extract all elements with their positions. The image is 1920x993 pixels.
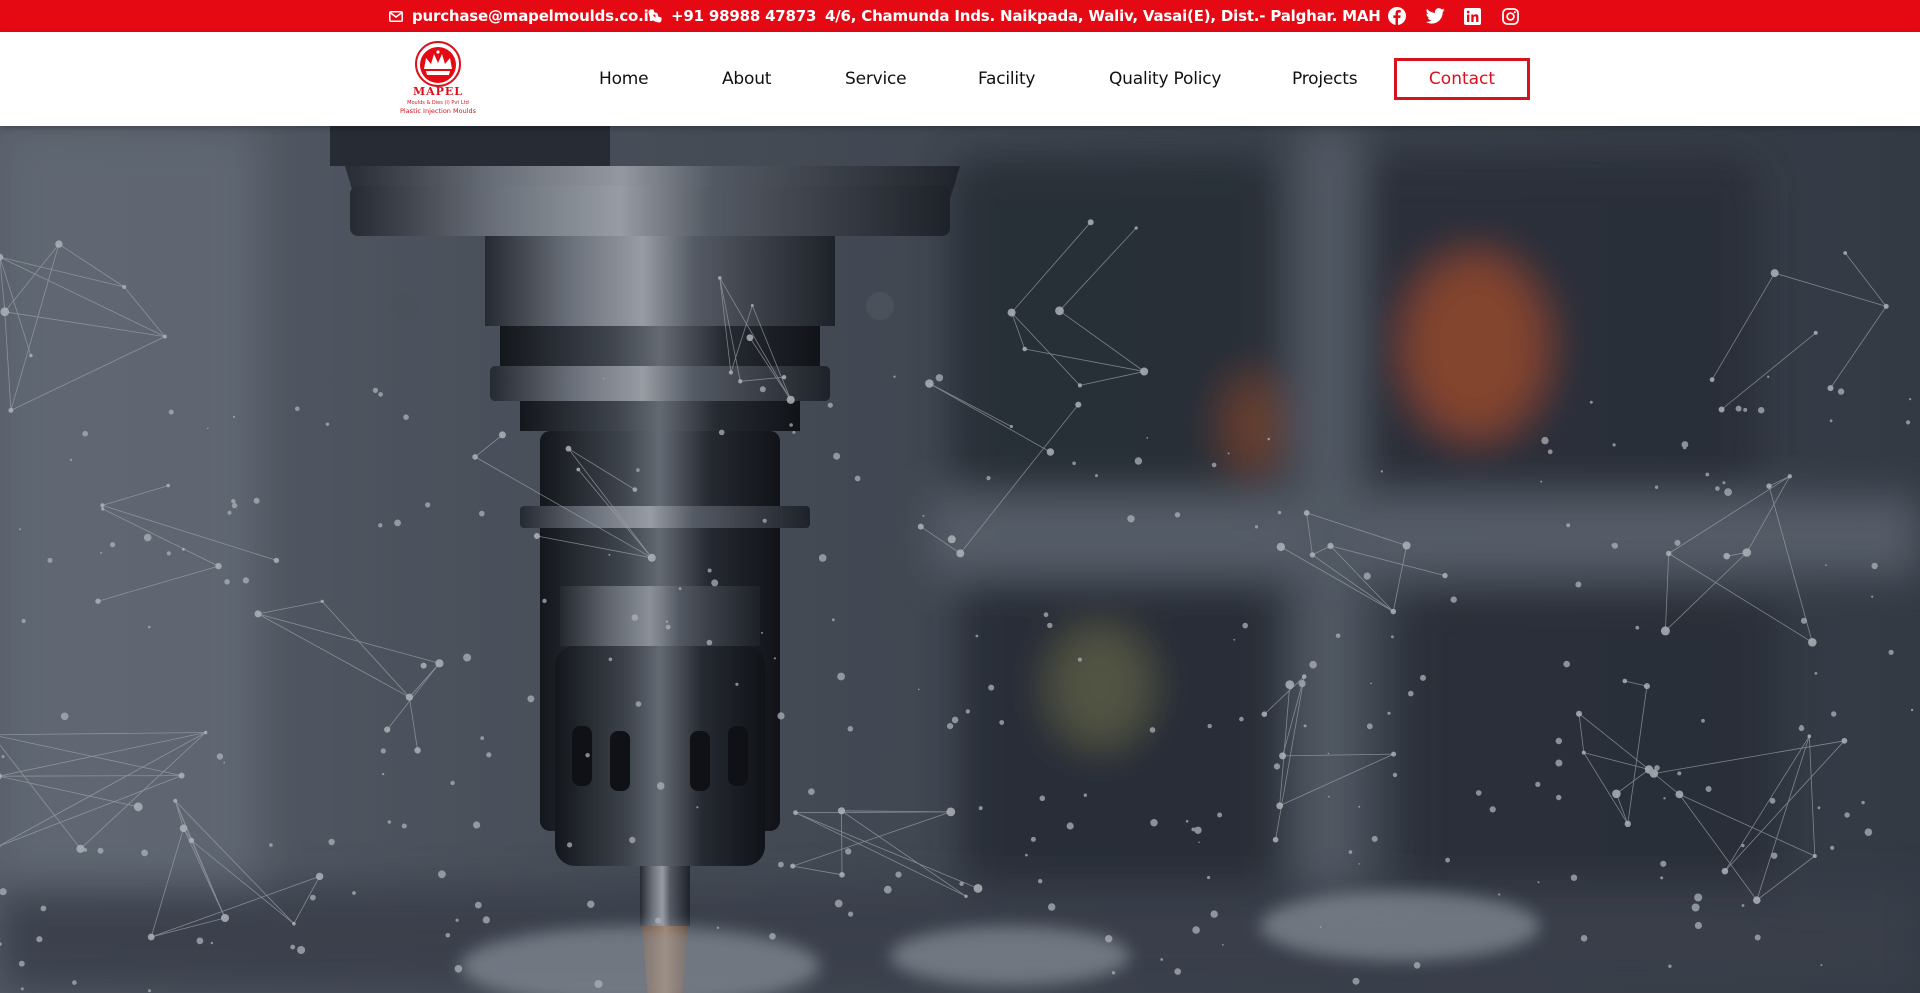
nav-facility[interactable]: Facility [978, 32, 1035, 126]
nav-projects[interactable]: Projects [1292, 32, 1358, 126]
phone-icon [648, 9, 662, 23]
envelope-icon [389, 10, 403, 22]
facebook-icon[interactable] [1387, 6, 1407, 26]
site-header: MAPEL Moulds & Dies (I) Pvt Ltd Plastic … [0, 32, 1920, 126]
phone-text: +91 98988 47873 [671, 7, 817, 25]
logo-subtitle: Plastic Injection Moulds [399, 107, 477, 115]
nav-service[interactable]: Service [845, 32, 907, 126]
hero-background-image [0, 126, 1920, 993]
hero-banner [0, 126, 1920, 993]
nav-about[interactable]: About [722, 32, 771, 126]
logo-name: MAPEL [412, 85, 464, 98]
twitter-icon[interactable] [1425, 6, 1445, 26]
logo-tagline: Moulds & Dies (I) Pvt Ltd [407, 100, 469, 106]
linkedin-icon[interactable] [1462, 6, 1482, 26]
crown-emblem-icon [415, 41, 461, 87]
nav-home[interactable]: Home [599, 32, 649, 126]
instagram-icon[interactable] [1500, 6, 1520, 26]
nav-quality-policy[interactable]: Quality Policy [1109, 32, 1221, 126]
phone-contact[interactable]: +91 98988 47873 [648, 0, 816, 32]
contact-button[interactable]: Contact [1394, 58, 1530, 100]
company-logo[interactable]: MAPEL Moulds & Dies (I) Pvt Ltd Plastic … [394, 41, 482, 119]
top-contact-bar: purchase@mapelmoulds.co.in +91 98988 478… [0, 0, 1920, 32]
email-text: purchase@mapelmoulds.co.in [412, 7, 660, 25]
email-contact[interactable]: purchase@mapelmoulds.co.in [389, 0, 659, 32]
address-text: 4/6, Chamunda Inds. Naikpada, Waliv, Vas… [825, 7, 1381, 25]
